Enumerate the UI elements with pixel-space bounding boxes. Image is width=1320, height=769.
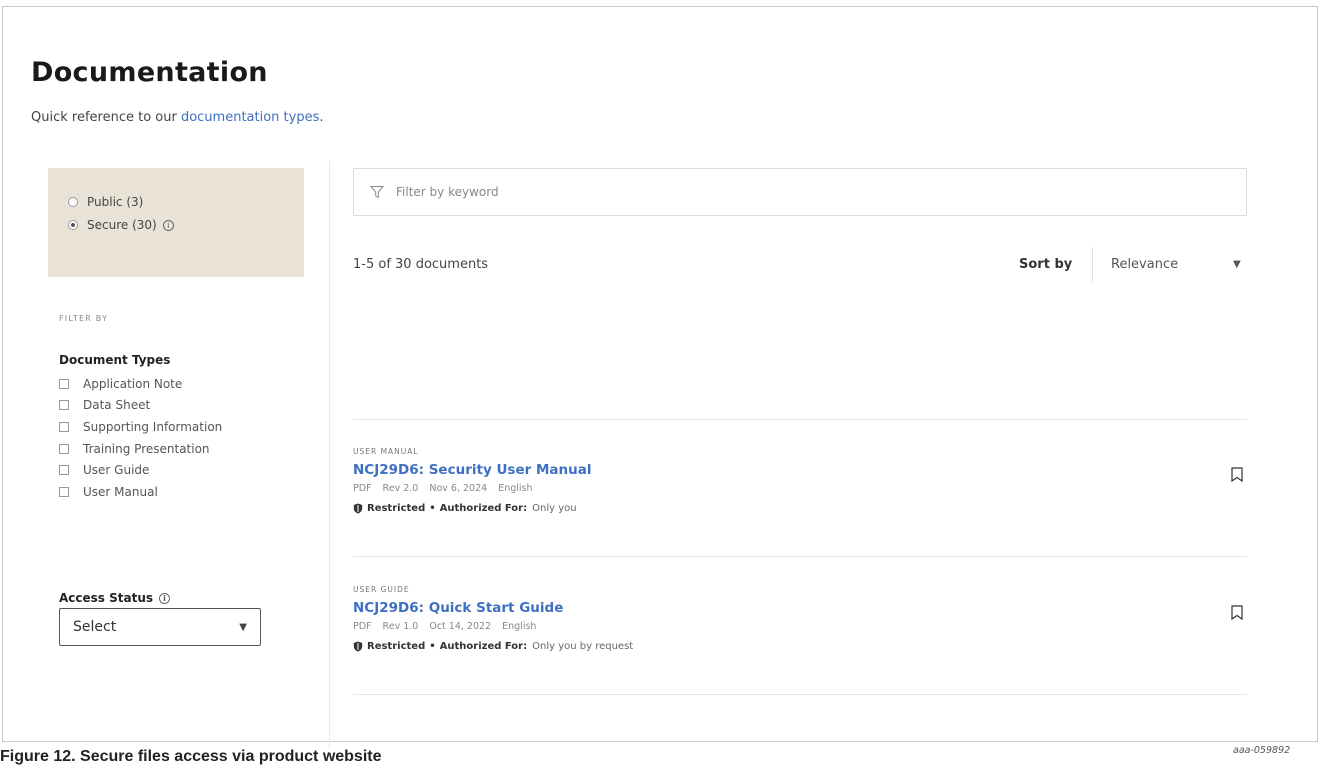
restricted-label: Restricted bbox=[367, 503, 426, 514]
document-title-link[interactable]: NCJ29D6: Security User Manual bbox=[353, 462, 1247, 478]
document-item: USER GUIDE NCJ29D6: Quick Start Guide PD… bbox=[353, 585, 1247, 652]
document-type: USER MANUAL bbox=[353, 447, 419, 456]
radio-secure-label: Secure (30) bbox=[87, 218, 157, 232]
select-value: Select bbox=[73, 619, 117, 635]
checkbox[interactable] bbox=[59, 378, 69, 389]
divider bbox=[353, 694, 1247, 695]
access-status-label: Access Status bbox=[59, 591, 154, 605]
radio-public-indicator[interactable] bbox=[68, 197, 78, 207]
document-access: Restricted • Authorized For: Only you bbox=[353, 503, 1247, 514]
separator: • bbox=[429, 503, 436, 514]
subtitle-text: Quick reference to our bbox=[31, 110, 181, 125]
keyword-filter-input[interactable] bbox=[396, 185, 996, 199]
results-count: 1-5 of 30 documents bbox=[353, 257, 489, 272]
radio-secure-indicator[interactable] bbox=[68, 220, 78, 230]
document-revision: Rev 1.0 bbox=[382, 621, 419, 632]
document-language: English bbox=[502, 621, 537, 632]
access-status-select[interactable]: Select ▼ bbox=[59, 608, 261, 646]
document-language: English bbox=[498, 483, 533, 494]
divider bbox=[353, 419, 1247, 420]
sort-divider bbox=[1092, 247, 1093, 283]
document-access: Restricted • Authorized For: Only you by… bbox=[353, 641, 1247, 652]
bookmark-icon[interactable] bbox=[1231, 467, 1243, 482]
doc-type-label: User Guide bbox=[83, 463, 150, 478]
doc-type-data-sheet[interactable]: Data Sheet bbox=[59, 395, 222, 417]
doc-type-supporting-information[interactable]: Supporting Information bbox=[59, 416, 222, 438]
checkbox[interactable] bbox=[59, 465, 69, 476]
document-date: Nov 6, 2024 bbox=[429, 483, 488, 494]
chevron-down-icon[interactable]: ▼ bbox=[1233, 259, 1241, 270]
document-date: Oct 14, 2022 bbox=[429, 621, 492, 632]
filter-by-heading: FILTER BY bbox=[59, 314, 109, 323]
info-icon[interactable]: i bbox=[162, 219, 174, 231]
sidebar-divider bbox=[329, 161, 330, 749]
bookmark-icon[interactable] bbox=[1231, 605, 1243, 620]
access-status-heading: Access Status i bbox=[59, 591, 171, 605]
doc-type-application-note[interactable]: Application Note bbox=[59, 373, 222, 395]
keyword-filter[interactable] bbox=[353, 168, 1247, 216]
document-format: PDF bbox=[353, 483, 372, 494]
info-icon[interactable]: i bbox=[159, 592, 171, 604]
doc-type-training-presentation[interactable]: Training Presentation bbox=[59, 438, 222, 460]
doc-type-label: Supporting Information bbox=[83, 419, 223, 434]
restricted-label: Restricted bbox=[367, 641, 426, 652]
checkbox[interactable] bbox=[59, 400, 69, 411]
chevron-down-icon: ▼ bbox=[239, 621, 247, 633]
doc-type-user-manual[interactable]: User Manual bbox=[59, 481, 222, 503]
checkbox[interactable] bbox=[59, 443, 69, 454]
document-types-heading: Document Types bbox=[59, 353, 171, 367]
figure-caption: Figure 12. Secure files access via produ… bbox=[0, 748, 382, 765]
document-type: USER GUIDE bbox=[353, 585, 410, 594]
radio-public[interactable]: Public (3) bbox=[68, 192, 284, 212]
document-title-link[interactable]: NCJ29D6: Quick Start Guide bbox=[353, 600, 1247, 616]
shield-icon bbox=[353, 641, 363, 652]
screenshot-frame: Documentation Quick reference to our doc… bbox=[2, 6, 1318, 749]
divider bbox=[353, 556, 1247, 557]
doc-type-label: Application Note bbox=[83, 376, 183, 391]
doc-type-label: Training Presentation bbox=[83, 441, 210, 456]
radio-secure[interactable]: Secure (30) i bbox=[68, 215, 284, 235]
sort-select[interactable]: Relevance bbox=[1111, 257, 1178, 272]
documentation-types-link[interactable]: documentation types bbox=[181, 110, 319, 125]
document-types-list: Application Note Data Sheet Supporting I… bbox=[59, 373, 222, 503]
doc-type-user-guide[interactable]: User Guide bbox=[59, 459, 222, 481]
doc-type-label: Data Sheet bbox=[83, 398, 151, 413]
authorized-value: Only you by request bbox=[532, 641, 634, 652]
shield-icon bbox=[353, 503, 363, 514]
document-item: USER MANUAL NCJ29D6: Security User Manua… bbox=[353, 447, 1247, 514]
page-title: Documentation bbox=[31, 57, 268, 88]
checkbox[interactable] bbox=[59, 486, 69, 497]
filter-icon bbox=[370, 186, 384, 199]
access-level-filter: Public (3) Secure (30) i bbox=[48, 168, 304, 277]
authorized-value: Only you bbox=[532, 503, 577, 514]
authorized-label: Authorized For: bbox=[439, 503, 528, 514]
sort-by-label: Sort by bbox=[1019, 257, 1073, 272]
document-format: PDF bbox=[353, 621, 372, 632]
doc-type-label: User Manual bbox=[83, 484, 158, 499]
document-meta: PDF Rev 1.0 Oct 14, 2022 English bbox=[353, 621, 1247, 632]
checkbox[interactable] bbox=[59, 421, 69, 432]
authorized-label: Authorized For: bbox=[439, 641, 528, 652]
radio-public-label: Public (3) bbox=[87, 195, 144, 209]
document-meta: PDF Rev 2.0 Nov 6, 2024 English bbox=[353, 483, 1247, 494]
subtitle-period: . bbox=[319, 110, 324, 125]
figure-id: aaa-059892 bbox=[1233, 745, 1291, 756]
page-subtitle: Quick reference to our documentation typ… bbox=[31, 110, 324, 125]
document-revision: Rev 2.0 bbox=[382, 483, 419, 494]
separator: • bbox=[429, 641, 436, 652]
